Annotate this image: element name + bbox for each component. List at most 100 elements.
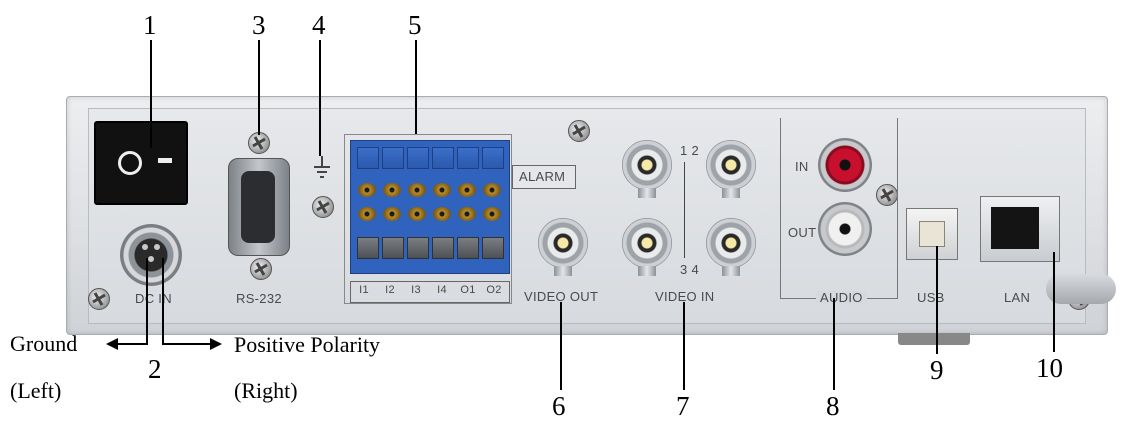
alarm-terminal-slot[interactable] [432, 237, 454, 259]
dc-pin-icon [142, 244, 148, 250]
terminal-screw-icon [408, 207, 426, 221]
dc-pin-icon [148, 256, 154, 262]
audio-in-rca[interactable] [818, 138, 872, 192]
dc-in-connector[interactable] [120, 224, 182, 286]
callout-6: 6 [552, 391, 566, 421]
alarm-terminal-lever[interactable] [357, 147, 379, 169]
callout-3: 3 [252, 10, 266, 40]
terminal-screw-icon [433, 207, 451, 221]
alarm-terminal-lever[interactable] [407, 147, 429, 169]
terminal-label-i1: I1 [359, 284, 369, 296]
video-in-bottom-numbers: 3 4 [680, 262, 699, 277]
callout-5: 5 [408, 10, 422, 40]
alarm-terminal-block[interactable] [350, 140, 510, 274]
ground-arrow-icon [106, 338, 118, 350]
bnc-neck [554, 266, 572, 276]
rs232-port[interactable] [228, 158, 290, 256]
bnc-neck [638, 188, 656, 198]
leader-line-6 [560, 302, 562, 390]
leader-line-5 [415, 40, 417, 134]
terminal-screw-icon [383, 183, 401, 197]
usb-port[interactable] [906, 208, 958, 260]
video-out-bnc[interactable] [538, 218, 588, 268]
leader-line-8 [833, 298, 835, 390]
leader-line-3 [258, 40, 260, 135]
ground-label: Ground [10, 331, 78, 356]
ground-symbol-icon [314, 156, 330, 180]
power-on-symbol-icon [158, 158, 172, 163]
usb-label: USB [917, 290, 945, 305]
audio-out-rca[interactable] [818, 202, 872, 256]
callout-4: 4 [312, 10, 326, 40]
alarm-terminal-slot[interactable] [457, 237, 479, 259]
terminal-label-i4: I4 [437, 284, 447, 296]
alarm-label-box: ALARM [512, 165, 576, 189]
positive-arrow-line [162, 343, 212, 345]
bnc-neck [722, 188, 740, 198]
alarm-terminal-lever[interactable] [432, 147, 454, 169]
terminal-screw-icon [458, 183, 476, 197]
terminal-label-o1: O1 [460, 284, 476, 296]
panel-screw-icon [88, 288, 110, 310]
power-switch[interactable] [94, 121, 188, 205]
panel-screw-icon [312, 196, 334, 218]
lan-port[interactable] [980, 196, 1060, 262]
leader-line-9 [936, 246, 938, 354]
panel-screw-icon [568, 120, 590, 142]
terminal-screw-icon [358, 207, 376, 221]
terminal-screw-icon [433, 183, 451, 197]
video-in-1-bnc[interactable] [622, 140, 672, 190]
rs232-screw-icon [250, 258, 272, 280]
rj45-socket-icon [991, 207, 1039, 249]
lan-label: LAN [1004, 290, 1031, 305]
alarm-terminal-slot[interactable] [357, 237, 379, 259]
terminal-label-i2: I2 [385, 284, 395, 296]
bnc-neck [638, 266, 656, 276]
dc-in-label: DC IN [135, 291, 172, 306]
terminal-screw-icon [383, 207, 401, 221]
rs232-label: RS-232 [236, 291, 282, 306]
positive-side-label: (Right) [234, 378, 298, 403]
callout-10: 10 [1036, 353, 1063, 383]
alarm-terminal-lever[interactable] [482, 147, 504, 169]
device-foot [898, 333, 970, 345]
bnc-neck [722, 266, 740, 276]
audio-label: AUDIO [816, 291, 867, 304]
alarm-label: ALARM [519, 169, 566, 184]
alarm-terminal-lever[interactable] [382, 147, 404, 169]
device-foot [1046, 274, 1116, 304]
terminal-screw-icon [408, 183, 426, 197]
dc-pin-icon [154, 244, 160, 250]
video-in-2-bnc[interactable] [706, 140, 756, 190]
terminal-screw-icon [483, 183, 501, 197]
ground-side-label: (Left) [10, 378, 62, 403]
video-in-4-bnc[interactable] [706, 218, 756, 268]
leader-line-7 [683, 302, 685, 390]
alarm-terminal-lever[interactable] [457, 147, 479, 169]
video-in-top-numbers: 1 2 [680, 143, 699, 158]
terminal-screw-icon [483, 207, 501, 221]
positive-arrow-icon [210, 338, 222, 350]
alarm-terminal-slot[interactable] [407, 237, 429, 259]
audio-out-label: OUT [788, 225, 817, 240]
alarm-terminal-slot[interactable] [382, 237, 404, 259]
audio-in-label: IN [795, 159, 809, 174]
dc-positive-lead [162, 258, 164, 344]
terminal-screw-icon [358, 183, 376, 197]
ground-arrow-line [118, 343, 148, 345]
alarm-terminal-labels: I1 I2 I3 I4 O1 O2 [350, 281, 510, 303]
callout-9: 9 [930, 355, 944, 385]
rs232-screw-icon [248, 132, 270, 154]
terminal-label-i3: I3 [411, 284, 421, 296]
video-in-bracket [684, 162, 695, 258]
leader-line-10 [1053, 252, 1055, 352]
callout-1: 1 [143, 10, 157, 40]
callout-2: 2 [148, 354, 162, 384]
power-off-symbol-icon [118, 151, 142, 175]
leader-line-4 [319, 40, 321, 156]
alarm-terminal-slot[interactable] [482, 237, 504, 259]
leader-line-1 [150, 40, 152, 148]
video-in-3-bnc[interactable] [622, 218, 672, 268]
callout-8: 8 [826, 391, 840, 421]
terminal-label-o2: O2 [486, 284, 502, 296]
